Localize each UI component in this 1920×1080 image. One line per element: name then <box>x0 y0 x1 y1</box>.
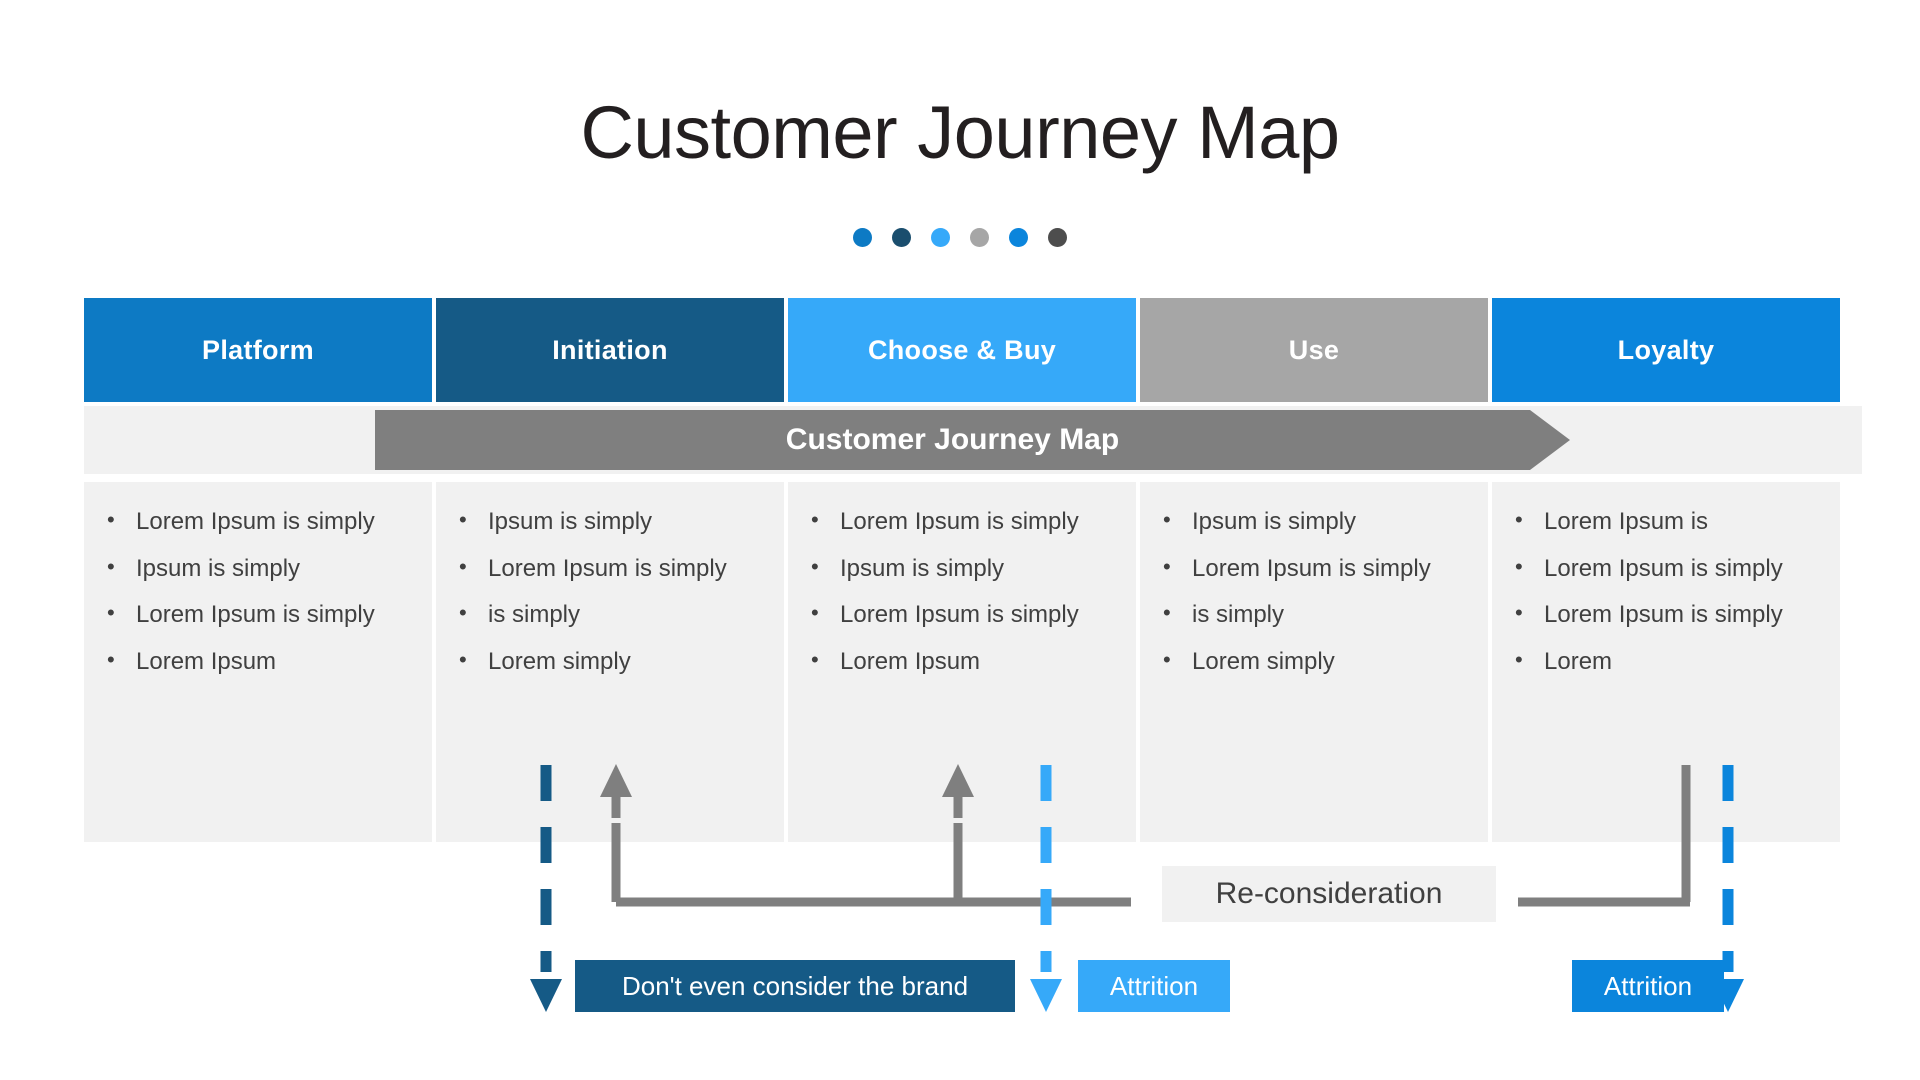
outcome-chip-attrition-loyalty[interactable]: Attrition <box>1572 960 1724 1012</box>
list-item: Lorem Ipsum is simply <box>1510 554 1826 583</box>
list-item: Ipsum is simply <box>102 554 418 583</box>
arrow-down-icon <box>530 979 562 1012</box>
stage-body-initiation: Ipsum is simply Lorem Ipsum is simply is… <box>436 482 784 842</box>
stage-body-loyalty: Lorem Ipsum is Lorem Ipsum is simply Lor… <box>1492 482 1840 842</box>
journey-band-arrow: Customer Journey Map <box>375 410 1570 470</box>
journey-band-track: Customer Journey Map <box>84 406 1862 474</box>
bullet-list: Ipsum is simply Lorem Ipsum is simply is… <box>436 507 784 676</box>
list-item: Lorem Ipsum <box>806 647 1122 676</box>
list-item: Lorem <box>1510 647 1826 676</box>
stage-header-loyalty[interactable]: Loyalty <box>1492 298 1840 402</box>
stage-header-platform[interactable]: Platform <box>84 298 432 402</box>
stage-header-label: Use <box>1288 334 1340 365</box>
list-item: Lorem Ipsum is simply <box>102 507 418 536</box>
list-item: is simply <box>454 600 770 629</box>
stage-body-choose-and-buy: Lorem Ipsum is simply Ipsum is simply Lo… <box>788 482 1136 842</box>
page-title: Customer Journey Map <box>580 91 1340 174</box>
pagination-dot-1[interactable] <box>853 228 872 247</box>
list-item: Ipsum is simply <box>454 507 770 536</box>
list-item: Lorem Ipsum is simply <box>102 600 418 629</box>
stage-header-choose-and-buy[interactable]: Choose & Buy <box>788 298 1136 402</box>
pagination-dot-2[interactable] <box>892 228 911 247</box>
journey-map-diagram: Platform Initiation Choose & Buy Use Loy… <box>84 298 1862 918</box>
stage-body-use: Ipsum is simply Lorem Ipsum is simply is… <box>1140 482 1488 842</box>
reconsideration-label: Re-consideration <box>1162 866 1496 922</box>
pagination-dots <box>0 228 1920 247</box>
stage-header-use[interactable]: Use <box>1140 298 1488 402</box>
list-item: Lorem Ipsum is <box>1510 507 1826 536</box>
outcome-chip-no-consideration[interactable]: Don't even consider the brand <box>575 960 1015 1012</box>
stage-header-label: Platform <box>202 334 314 365</box>
list-item: Lorem Ipsum is simply <box>806 600 1122 629</box>
arrow-right-icon <box>1530 410 1570 470</box>
list-item: Lorem Ipsum is simply <box>1510 600 1826 629</box>
journey-band-label: Customer Journey Map <box>785 423 1120 456</box>
pagination-dot-4[interactable] <box>970 228 989 247</box>
list-item: Lorem simply <box>1158 647 1474 676</box>
bullet-list: Lorem Ipsum is simply Ipsum is simply Lo… <box>788 507 1136 676</box>
list-item: Lorem Ipsum is simply <box>454 554 770 583</box>
outcome-chip-attrition-choose-buy[interactable]: Attrition <box>1078 960 1230 1012</box>
pagination-dot-5[interactable] <box>1009 228 1028 247</box>
list-item: Lorem simply <box>454 647 770 676</box>
stage-header-label: Initiation <box>552 334 668 365</box>
stage-header-label: Loyalty <box>1617 334 1715 365</box>
list-item: Lorem Ipsum is simply <box>806 507 1122 536</box>
stage-header-row: Platform Initiation Choose & Buy Use Loy… <box>84 298 1862 402</box>
pagination-dot-3[interactable] <box>931 228 950 247</box>
list-item: Ipsum is simply <box>806 554 1122 583</box>
bullet-list: Lorem Ipsum is Lorem Ipsum is simply Lor… <box>1492 507 1840 676</box>
stage-body-platform: Lorem Ipsum is simply Ipsum is simply Lo… <box>84 482 432 842</box>
pagination-dot-6[interactable] <box>1048 228 1067 247</box>
bullet-list: Lorem Ipsum is simply Ipsum is simply Lo… <box>84 507 432 676</box>
arrow-down-icon <box>1030 979 1062 1012</box>
bullet-list: Ipsum is simply Lorem Ipsum is simply is… <box>1140 507 1488 676</box>
stage-body-row: Lorem Ipsum is simply Ipsum is simply Lo… <box>84 482 1862 842</box>
list-item: is simply <box>1158 600 1474 629</box>
stage-header-label: Choose & Buy <box>867 334 1057 365</box>
list-item: Lorem Ipsum <box>102 647 418 676</box>
list-item: Lorem Ipsum is simply <box>1158 554 1474 583</box>
list-item: Ipsum is simply <box>1158 507 1474 536</box>
stage-header-initiation[interactable]: Initiation <box>436 298 784 402</box>
